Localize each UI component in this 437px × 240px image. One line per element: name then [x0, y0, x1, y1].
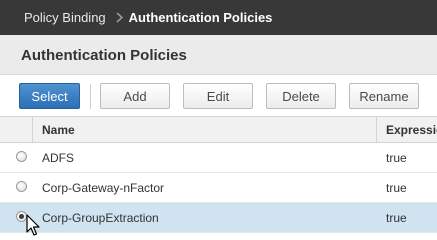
page-title: Authentication Policies [21, 47, 187, 64]
policy-expression: true [386, 211, 407, 225]
radio-icon[interactable] [16, 151, 27, 162]
delete-button[interactable]: Delete [266, 83, 336, 109]
mouse-pointer-icon [26, 214, 40, 236]
rename-button[interactable]: Rename [349, 83, 419, 109]
column-header-expression[interactable]: Expression [386, 123, 437, 137]
breadcrumb-policy-binding[interactable]: Policy Binding [24, 10, 106, 25]
table-row[interactable]: Corp-Gateway-nFactor true [0, 173, 437, 203]
policy-name: Corp-Gateway-nFactor [42, 181, 165, 195]
policy-expression: true [386, 151, 407, 165]
edit-button[interactable]: Edit [183, 83, 253, 109]
chevron-right-icon [116, 12, 123, 23]
toolbar-divider [90, 84, 91, 109]
add-button[interactable]: Add [100, 83, 170, 109]
breadcrumb-current: Authentication Policies [128, 10, 273, 25]
policy-name: Corp-GroupExtraction [42, 211, 159, 225]
select-button[interactable]: Select [19, 83, 80, 109]
column-header-name[interactable]: Name [42, 123, 75, 137]
policy-name: ADFS [42, 151, 75, 165]
radio-selected-dot [19, 214, 24, 219]
top-nav-bar: Policy Binding Authentication Policies [0, 0, 437, 35]
policy-expression: true [386, 181, 407, 195]
page-header: Authentication Policies [0, 35, 437, 75]
column-separator [32, 117, 33, 142]
column-separator [376, 117, 377, 142]
table-header: Name Expression [0, 116, 437, 143]
radio-icon[interactable] [16, 181, 27, 192]
table-row[interactable]: ADFS true [0, 143, 437, 173]
table-row-selected[interactable]: Corp-GroupExtraction true [0, 203, 437, 233]
toolbar: Select Add Edit Delete Rename [0, 75, 437, 115]
